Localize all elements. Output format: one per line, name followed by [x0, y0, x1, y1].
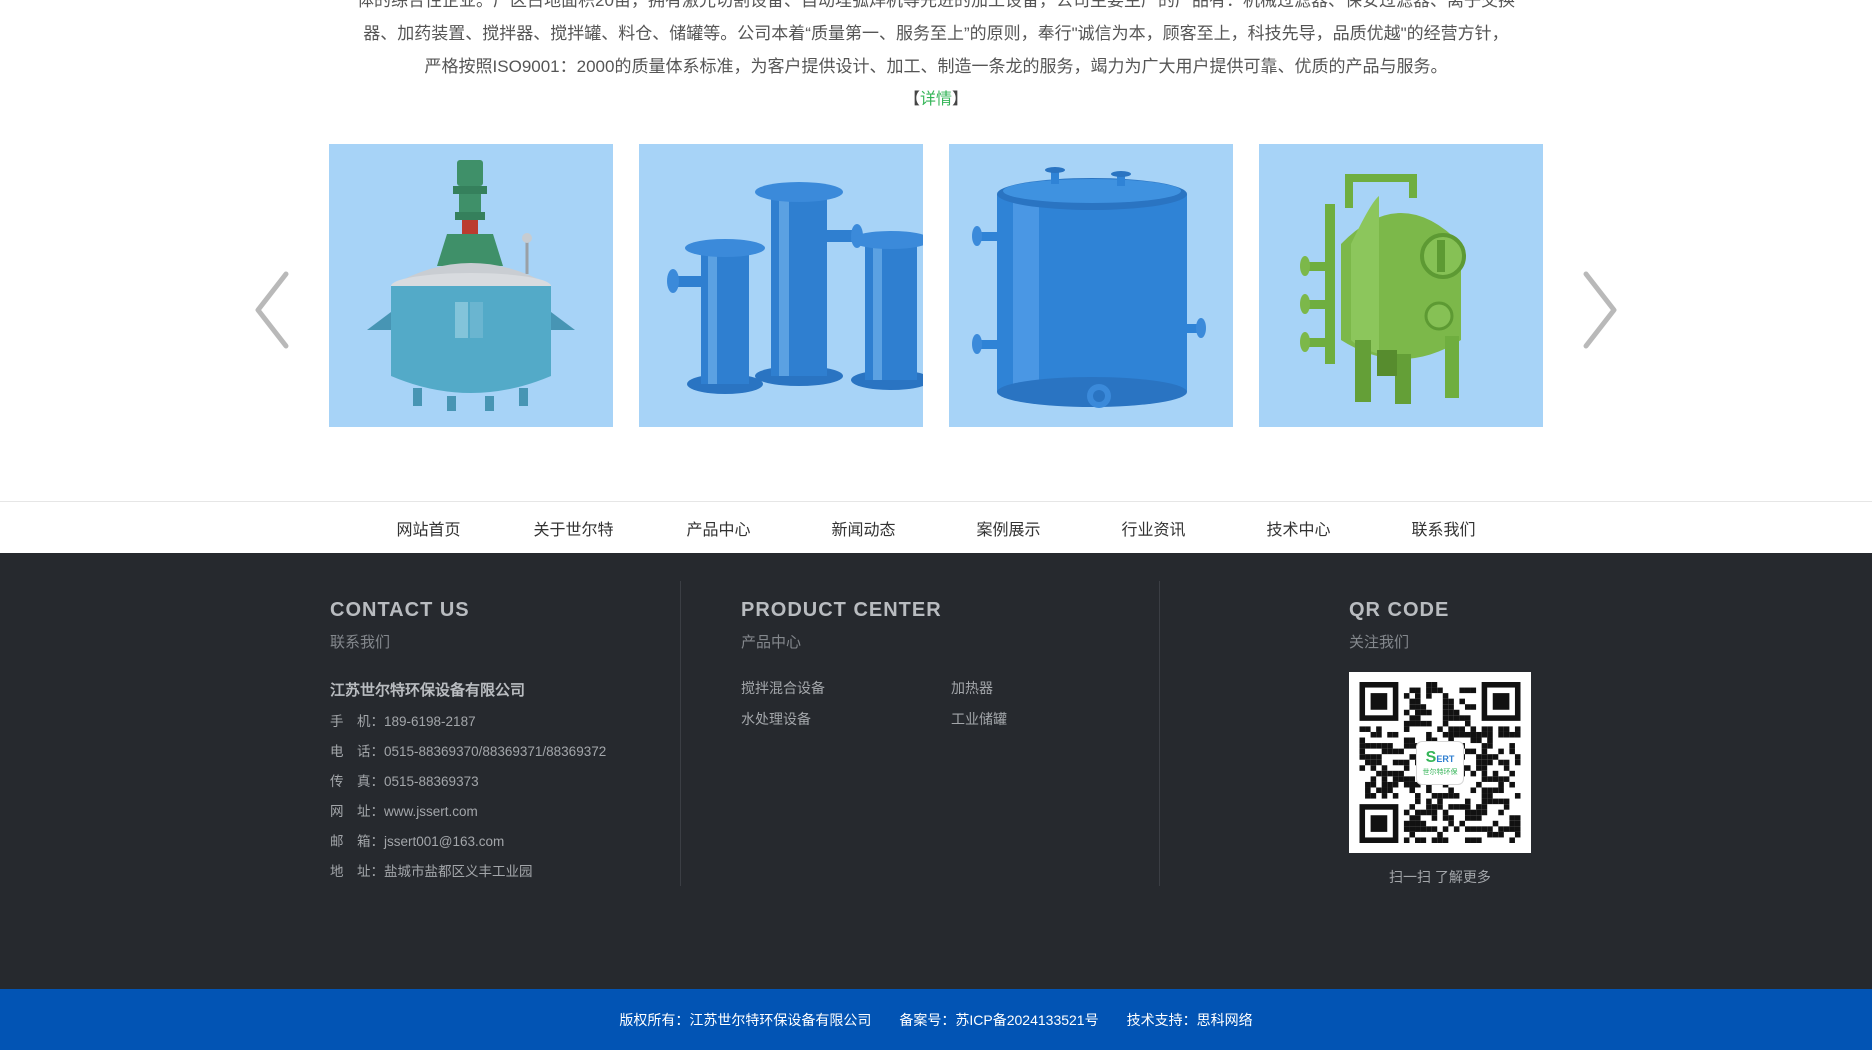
- qr-logo-s: S: [1426, 749, 1437, 766]
- products-heading-cn: 产品中心: [741, 631, 1159, 652]
- footer-products-section: PRODUCT CENTER 产品中心 搅拌混合设备 加热器 水处理设备 工业储…: [681, 599, 1159, 887]
- nav-item-about[interactable]: 关于世尔特: [501, 516, 646, 540]
- copyright-bar: 版权所有：江苏世尔特环保设备有限公司 备案号：苏ICP备2024133521号 …: [0, 989, 1872, 1050]
- nav-item-contact[interactable]: 联系我们: [1371, 516, 1516, 540]
- detail-bracket-close: 】: [952, 91, 968, 108]
- company-name: 江苏世尔特环保设备有限公司: [330, 679, 680, 700]
- qr-logo-subtext: 世尔特环保: [1423, 768, 1458, 777]
- company-intro: 体的综合性企业。厂区占地面积20亩，拥有激光切割设备、自动埋弧焊机等先进的加工设…: [0, 0, 1872, 83]
- qr-caption: 扫一扫 了解更多: [1349, 867, 1531, 887]
- carousel-next-button[interactable]: [1578, 268, 1624, 352]
- product-links: 搅拌混合设备 加热器 水处理设备 工业储罐: [741, 678, 1159, 729]
- qr-code-image: SERT 世尔特环保: [1349, 672, 1531, 853]
- contact-heading-cn: 联系我们: [330, 631, 680, 652]
- footer-columns: CONTACT US 联系我们 江苏世尔特环保设备有限公司 手 机：189-61…: [330, 553, 1542, 887]
- footer-qr-section: QR CODE 关注我们 SERT 世尔特环保 扫一扫 了解更多: [1349, 599, 1542, 887]
- intro-line: 体的综合性企业。厂区占地面积20亩，拥有激光切割设备、自动埋弧焊机等先进的加工设…: [316, 0, 1556, 17]
- contact-website: 网 址：www.jssert.com: [330, 797, 680, 827]
- product-link-mixing[interactable]: 搅拌混合设备: [741, 678, 951, 698]
- detail-link-label: 详情: [920, 91, 952, 108]
- nav-item-cases[interactable]: 案例展示: [936, 516, 1081, 540]
- product-link-water-treatment[interactable]: 水处理设备: [741, 709, 951, 729]
- contact-email: 邮 箱：jssert001@163.com: [330, 827, 680, 857]
- product-link-industrial-tank[interactable]: 工业储罐: [951, 709, 1159, 729]
- filter-pipe-columns-photo: [639, 144, 923, 427]
- footer-contact-section: CONTACT US 联系我们 江苏世尔特环保设备有限公司 手 机：189-61…: [330, 599, 680, 887]
- intro-line: 器、加药装置、搅拌器、搅拌罐、料仓、储罐等。公司本着“质量第一、服务至上”的原则…: [316, 17, 1556, 50]
- copyright-owner: 版权所有：江苏世尔特环保设备有限公司: [619, 1010, 871, 1030]
- contact-heading-en: CONTACT US: [330, 599, 680, 622]
- carousel-slide[interactable]: [1259, 144, 1543, 427]
- nav-item-news[interactable]: 新闻动态: [791, 516, 936, 540]
- carousel-slide[interactable]: [949, 144, 1233, 427]
- contact-phone: 电 话：0515-88369370/88369371/88369372: [330, 737, 680, 767]
- footer-nav-inner: 网站首页 关于世尔特 产品中心 新闻动态 案例展示 行业资讯 技术中心 联系我们: [356, 502, 1516, 553]
- green-filter-vessel-photo: [1259, 144, 1543, 427]
- nav-item-tech[interactable]: 技术中心: [1226, 516, 1371, 540]
- product-link-heater[interactable]: 加热器: [951, 678, 1159, 698]
- copyright-icp: 备案号：苏ICP备2024133521号: [899, 1010, 1098, 1030]
- carousel-track: [329, 144, 1543, 427]
- products-heading-en: PRODUCT CENTER: [741, 599, 1159, 622]
- reactor-mixer-photo: [329, 144, 613, 427]
- qr-center-logo: SERT 世尔特环保: [1416, 741, 1464, 785]
- carousel-slide[interactable]: [639, 144, 923, 427]
- footer-nav: 网站首页 关于世尔特 产品中心 新闻动态 案例展示 行业资讯 技术中心 联系我们: [0, 501, 1872, 553]
- intro-line: 严格按照ISO9001：2000的质量体系标准，为客户提供设计、加工、制造一条龙…: [316, 50, 1556, 83]
- page-footer: CONTACT US 联系我们 江苏世尔特环保设备有限公司 手 机：189-61…: [0, 553, 1872, 989]
- nav-item-industry[interactable]: 行业资讯: [1081, 516, 1226, 540]
- product-carousel: [0, 144, 1872, 427]
- qr-heading-en: QR CODE: [1349, 599, 1542, 622]
- contact-address: 地 址：盐城市盐都区义丰工业园: [330, 857, 680, 887]
- blue-storage-tank-photo: [949, 144, 1233, 427]
- copyright-support: 技术支持：思科网络: [1127, 1010, 1253, 1030]
- nav-item-products[interactable]: 产品中心: [646, 516, 791, 540]
- detail-link[interactable]: 【详情】: [0, 89, 1872, 111]
- detail-bracket-open: 【: [904, 91, 920, 108]
- qr-logo-ert: ERT: [1436, 754, 1454, 764]
- nav-item-home[interactable]: 网站首页: [356, 516, 501, 540]
- contact-mobile: 手 机：189-6198-2187: [330, 707, 680, 737]
- qr-heading-cn: 关注我们: [1349, 631, 1542, 652]
- carousel-slide[interactable]: [329, 144, 613, 427]
- contact-fax: 传 真：0515-88369373: [330, 767, 680, 797]
- footer-divider: [1159, 581, 1160, 886]
- carousel-prev-button[interactable]: [248, 268, 294, 352]
- contact-list: 手 机：189-6198-2187 电 话：0515-88369370/8836…: [330, 707, 680, 887]
